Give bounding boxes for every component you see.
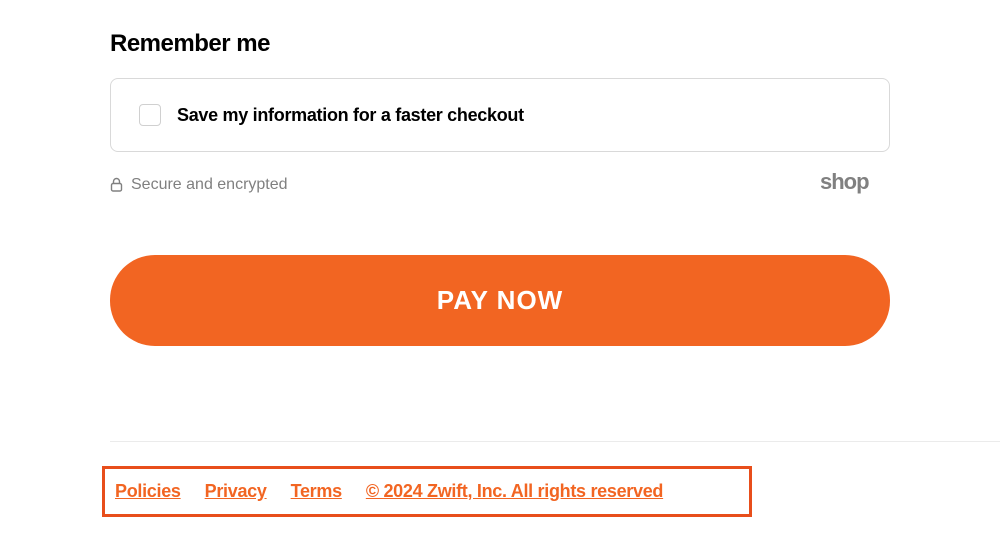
footer-highlight-box: Policies Privacy Terms © 2024 Zwift, Inc… — [102, 466, 752, 517]
shop-logo: shop — [820, 170, 890, 199]
remember-me-card: Save my information for a faster checkou… — [110, 78, 890, 152]
footer-divider — [110, 441, 1000, 442]
lock-icon — [110, 177, 123, 192]
footer-links: Policies Privacy Terms © 2024 Zwift, Inc… — [115, 481, 729, 502]
copyright-link[interactable]: © 2024 Zwift, Inc. All rights reserved — [366, 481, 663, 502]
remember-me-heading: Remember me — [110, 30, 890, 58]
save-info-label: Save my information for a faster checkou… — [177, 105, 524, 126]
save-info-checkbox[interactable] — [139, 104, 161, 126]
secure-indicator: Secure and encrypted — [110, 176, 288, 194]
secure-row: Secure and encrypted shop — [110, 170, 890, 199]
pay-now-button[interactable]: PAY NOW — [110, 255, 890, 346]
terms-link[interactable]: Terms — [291, 481, 342, 502]
policies-link[interactable]: Policies — [115, 481, 181, 502]
secure-text: Secure and encrypted — [131, 176, 288, 194]
svg-text:shop: shop — [820, 170, 869, 194]
privacy-link[interactable]: Privacy — [205, 481, 267, 502]
